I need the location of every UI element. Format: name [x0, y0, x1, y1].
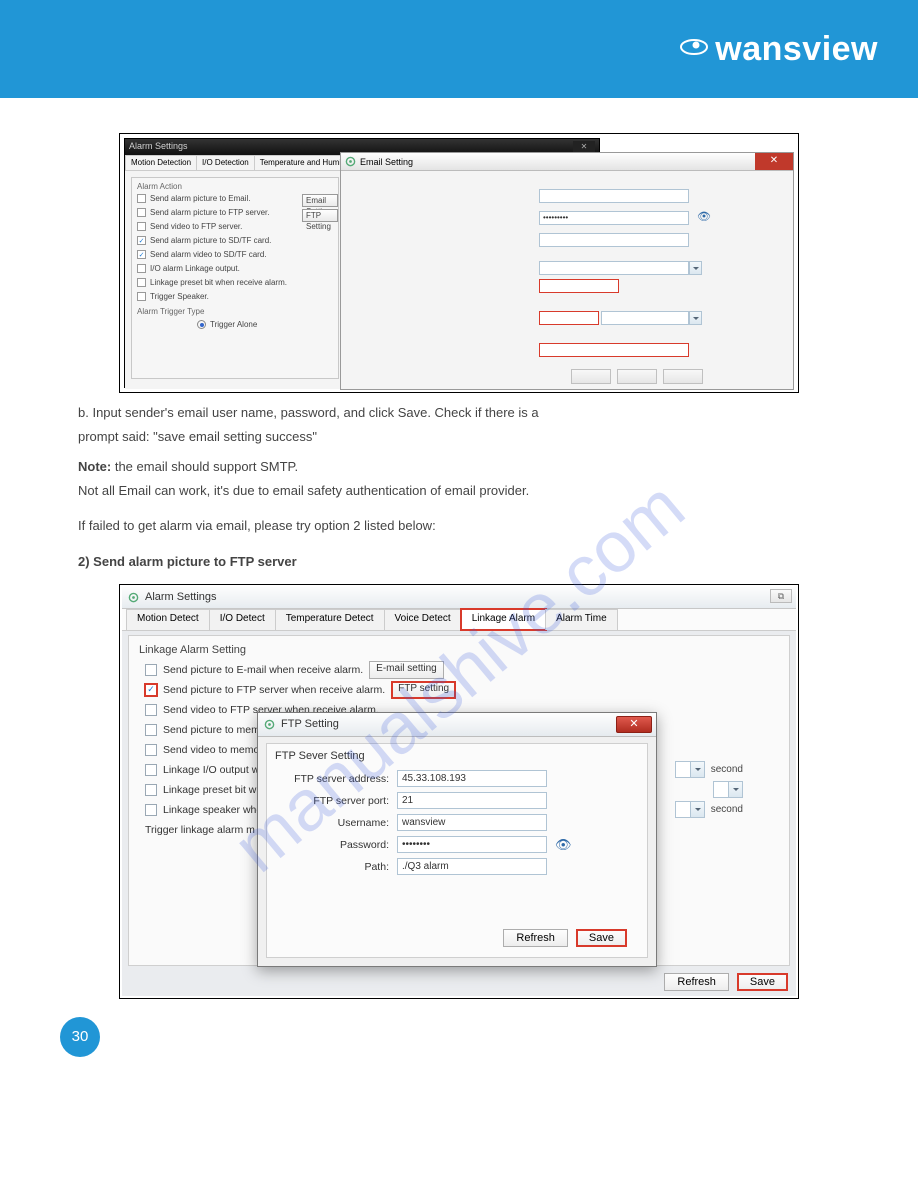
- ftp-refresh-button[interactable]: Refresh: [503, 929, 568, 947]
- gear-icon: [264, 719, 275, 730]
- ftp-password-field[interactable]: ••••••••: [397, 836, 547, 853]
- instruction-line-3: If failed to get alarm via email, please…: [78, 516, 840, 536]
- eye-icon[interactable]: 👁: [555, 837, 572, 853]
- checkbox-io-output[interactable]: [137, 264, 146, 273]
- radio-trigger-alone[interactable]: [197, 320, 206, 329]
- label-path: Path:: [267, 861, 397, 873]
- chevron-down-icon[interactable]: [728, 782, 742, 797]
- ftp-username-field[interactable]: wansview: [397, 814, 547, 831]
- chevron-down-icon[interactable]: [690, 762, 704, 777]
- preset-select[interactable]: [713, 781, 743, 798]
- port-field[interactable]: [539, 311, 599, 325]
- step-2-heading: 2) Send alarm picture to FTP server: [78, 554, 840, 569]
- checkbox-ftp-picture[interactable]: [137, 208, 146, 217]
- ftp-setting-button[interactable]: FTP setting: [391, 681, 456, 699]
- tab-linkage-alarm[interactable]: Linkage Alarm: [461, 609, 546, 630]
- eye-icon: [679, 36, 709, 63]
- ssl-select[interactable]: [601, 311, 689, 325]
- tab-io-detection[interactable]: I/O Detection: [196, 155, 255, 170]
- label-ftp-address: FTP server address:: [267, 773, 397, 785]
- note-label: Note:: [78, 459, 111, 474]
- group-label: Alarm Action: [137, 182, 333, 191]
- speaker-duration-select[interactable]: [675, 801, 705, 818]
- email-setting-button[interactable]: E-mail setting: [369, 661, 444, 679]
- tab-voice-detect[interactable]: Voice Detect: [384, 609, 462, 630]
- tab-motion-detection[interactable]: Motion Detection: [125, 155, 197, 170]
- eye-icon[interactable]: 👁: [697, 210, 711, 223]
- receiver-field[interactable]: [539, 343, 689, 357]
- alarm-settings-window-2: Alarm Settings ⧉ Motion Detect I/O Detec…: [122, 587, 796, 996]
- tab-alarm-time[interactable]: Alarm Time: [545, 609, 618, 630]
- window-title: Alarm Settings: [145, 591, 217, 603]
- checkbox-ftp-picture[interactable]: ✓: [145, 684, 157, 696]
- checkbox-ftp-video[interactable]: [145, 704, 157, 716]
- label-username: Username:: [267, 817, 397, 829]
- close-icon[interactable]: ⧉: [770, 589, 792, 603]
- tab-bar: Motion Detect I/O Detect Temperature Det…: [122, 609, 796, 631]
- gear-icon: [345, 156, 356, 167]
- label-password: Password:: [267, 839, 397, 851]
- tab-motion-detect[interactable]: Motion Detect: [126, 609, 210, 630]
- note-text-1: the email should support SMTP.: [115, 459, 298, 474]
- dialog-button-2[interactable]: [617, 369, 657, 384]
- brand-banner: wansview: [0, 0, 918, 98]
- ftp-port-field[interactable]: 21: [397, 792, 547, 809]
- dialog-title: FTP Setting: [281, 718, 339, 730]
- checkbox-sd-video[interactable]: ✓: [137, 250, 146, 259]
- email-setting-dialog: Email Setting ✕ ••••••••• 👁: [340, 152, 794, 390]
- smtp-server-field[interactable]: [539, 279, 619, 293]
- email-field-3[interactable]: [539, 233, 689, 247]
- checkbox-email-picture[interactable]: [137, 194, 146, 203]
- checkbox-sd-picture[interactable]: ✓: [137, 236, 146, 245]
- alarm-action-group: Alarm Action Send alarm picture to Email…: [131, 177, 339, 379]
- figure-alarm-email: Alarm Settings ✕ Motion Detection I/O De…: [119, 133, 799, 393]
- checkbox-preset-bit[interactable]: [145, 784, 157, 796]
- checkbox-ftp-video[interactable]: [137, 222, 146, 231]
- smtp-select[interactable]: [539, 261, 689, 275]
- checkbox-speaker[interactable]: [145, 804, 157, 816]
- close-icon[interactable]: ✕: [755, 153, 793, 170]
- save-button[interactable]: Save: [737, 973, 788, 991]
- gear-icon: [128, 592, 139, 603]
- label-ftp-port: FTP server port:: [267, 795, 397, 807]
- note-text-2: Not all Email can work, it's due to emai…: [78, 481, 840, 501]
- window-title: Alarm Settings: [129, 141, 188, 153]
- checkbox-io-output[interactable]: [145, 764, 157, 776]
- instruction-line-2: prompt said: "save email setting success…: [78, 427, 840, 447]
- ftp-group-label: FTP Sever Setting: [267, 744, 647, 768]
- email-setting-button[interactable]: Email Setting: [302, 194, 338, 207]
- email-field-1[interactable]: [539, 189, 689, 203]
- checkbox-email-picture[interactable]: [145, 664, 157, 676]
- tab-io-detect[interactable]: I/O Detect: [209, 609, 276, 630]
- tab-temperature-detect[interactable]: Temperature Detect: [275, 609, 385, 630]
- ftp-path-field[interactable]: ./Q3 alarm: [397, 858, 547, 875]
- chevron-down-icon[interactable]: [690, 802, 704, 817]
- chevron-down-icon[interactable]: [689, 311, 702, 325]
- checkbox-memory-video[interactable]: [145, 744, 157, 756]
- window-footer: Refresh Save: [664, 973, 788, 991]
- dialog-button-1[interactable]: [571, 369, 611, 384]
- brand-logo-text: wansview: [715, 30, 878, 69]
- ftp-save-button[interactable]: Save: [576, 929, 627, 947]
- checkbox-memory-picture[interactable]: [145, 724, 157, 736]
- io-duration-select[interactable]: [675, 761, 705, 778]
- ftp-setting-button[interactable]: FTP Setting: [302, 209, 338, 222]
- checkbox-trigger-speaker[interactable]: [137, 292, 146, 301]
- password-field[interactable]: •••••••••: [539, 211, 689, 225]
- close-icon[interactable]: ✕: [616, 716, 652, 733]
- group-label: Linkage Alarm Setting: [129, 636, 789, 660]
- checkbox-preset-bit[interactable]: [137, 278, 146, 287]
- instruction-line-1: b. Input sender's email user name, passw…: [78, 403, 840, 423]
- dialog-button-3[interactable]: [663, 369, 703, 384]
- trigger-type-label: Alarm Trigger Type: [137, 307, 333, 316]
- ftp-setting-dialog: FTP Setting ✕ FTP Sever Setting FTP serv…: [257, 712, 657, 967]
- page-number: 30: [60, 1017, 100, 1057]
- figure-alarm-ftp: Alarm Settings ⧉ Motion Detect I/O Detec…: [119, 584, 799, 999]
- ftp-address-field[interactable]: 45.33.108.193: [397, 770, 547, 787]
- dialog-title: Email Setting: [360, 157, 413, 167]
- chevron-down-icon[interactable]: [689, 261, 702, 275]
- refresh-button[interactable]: Refresh: [664, 973, 729, 991]
